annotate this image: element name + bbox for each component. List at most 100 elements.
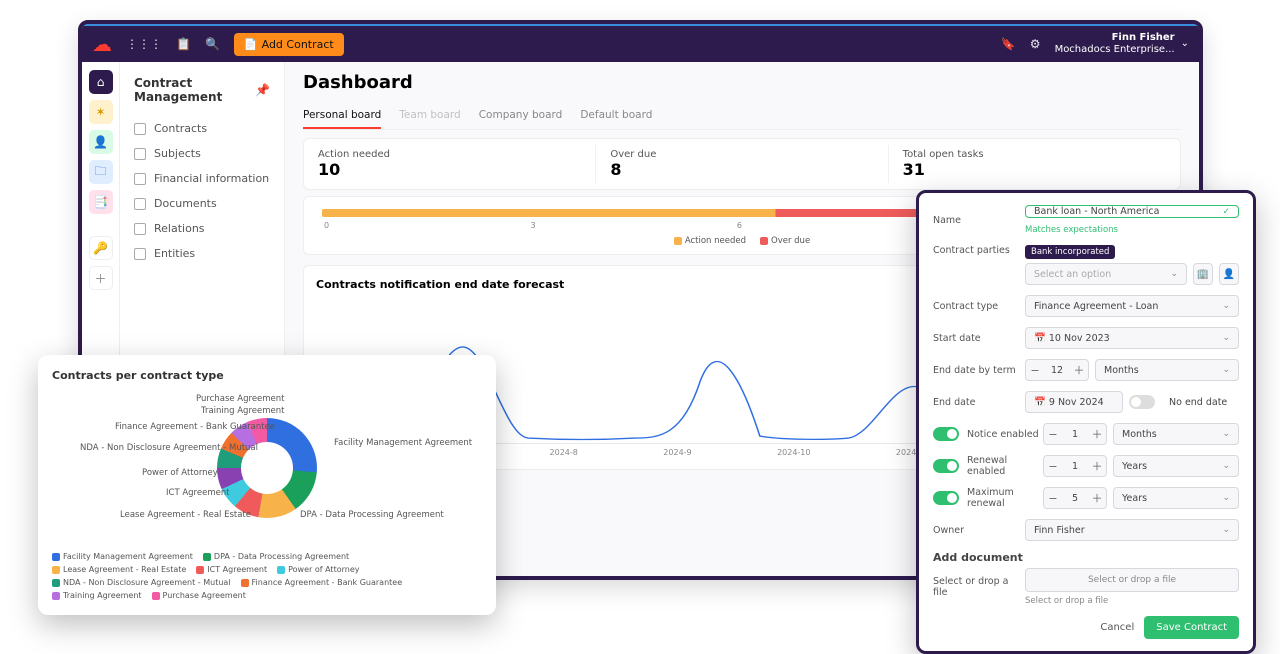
doc-icon bbox=[134, 198, 146, 210]
kpi-label: Total open tasks bbox=[903, 149, 1166, 160]
doc-icon bbox=[134, 123, 146, 135]
renewal-unit-select[interactable]: Years⌄ bbox=[1113, 455, 1239, 477]
board-tabs: Personal board Team board Company board … bbox=[303, 103, 1181, 130]
nav-item-entities[interactable]: Entities bbox=[128, 241, 276, 266]
user-org: Mochadocs Enterprise... bbox=[1055, 44, 1175, 56]
legend-item: NDA - Non Disclosure Agreement - Mutual bbox=[52, 578, 231, 587]
start-date-input[interactable]: 📅 10 Nov 2023⌄ bbox=[1025, 327, 1239, 349]
tab-team[interactable]: Team board bbox=[399, 103, 460, 129]
cancel-button[interactable]: Cancel bbox=[1100, 622, 1134, 633]
maxren-unit-select[interactable]: Years⌄ bbox=[1113, 487, 1239, 509]
building-icon[interactable]: 🏢 bbox=[1193, 263, 1213, 285]
rail-folder-icon[interactable]: 🗀 bbox=[89, 160, 113, 184]
rail-key-icon[interactable]: 🔑 bbox=[89, 236, 113, 260]
save-contract-button[interactable]: Save Contract bbox=[1144, 616, 1239, 639]
legend-item: Purchase Agreement bbox=[152, 591, 246, 600]
chevron-down-icon: ⌄ bbox=[1181, 38, 1189, 50]
add-contract-button[interactable]: 📄 Add Contract bbox=[234, 33, 344, 56]
app-logo-icon: ☁ bbox=[92, 32, 112, 56]
contract-type-select[interactable]: Finance Agreement - Loan⌄ bbox=[1025, 295, 1239, 317]
nav-item-documents[interactable]: Documents bbox=[128, 191, 276, 216]
chevron-down-icon: ⌄ bbox=[1222, 525, 1230, 535]
clipboard-icon[interactable]: 📋 bbox=[176, 37, 191, 51]
legend-item: DPA - Data Processing Agreement bbox=[203, 552, 349, 561]
page-title: Dashboard bbox=[303, 72, 1181, 93]
maxren-stepper[interactable]: −5＋ bbox=[1043, 487, 1107, 509]
kpi-value: 10 bbox=[318, 160, 581, 179]
doc-icon bbox=[134, 173, 146, 185]
chevron-down-icon: ⌄ bbox=[1222, 333, 1230, 343]
notice-unit-select[interactable]: Months⌄ bbox=[1113, 423, 1239, 445]
legend-item: Over due bbox=[760, 236, 810, 246]
no-end-date-toggle[interactable] bbox=[1129, 395, 1155, 409]
minus-button: − bbox=[1026, 364, 1044, 377]
topbar: ☁ ⋮⋮⋮ 📋 🔍 📄 Add Contract 🔖 ⚙ Finn Fisher… bbox=[82, 24, 1199, 62]
calendar-icon: 📅 bbox=[1034, 397, 1046, 408]
legend-item: Finance Agreement - Bank Guarantee bbox=[241, 578, 403, 587]
rail-export-icon[interactable]: 📑 bbox=[89, 190, 113, 214]
user-name: Finn Fisher bbox=[1112, 32, 1175, 44]
dropzone-hint: Select or drop a file bbox=[1025, 596, 1239, 606]
rail-tools-icon[interactable]: ✶ bbox=[89, 100, 113, 124]
party-select[interactable]: Select an option⌄ bbox=[1025, 263, 1187, 285]
legend-item: Power of Attorney bbox=[277, 565, 359, 574]
nav-item-relations[interactable]: Relations bbox=[128, 216, 276, 241]
term-stepper[interactable]: −12＋ bbox=[1025, 359, 1089, 381]
tab-personal[interactable]: Personal board bbox=[303, 103, 381, 129]
donut-chart bbox=[217, 418, 317, 518]
chevron-down-icon: ⌄ bbox=[1222, 301, 1230, 311]
donut-legend: Facility Management Agreement DPA - Data … bbox=[52, 552, 482, 600]
search-icon[interactable]: 🔍 bbox=[205, 37, 220, 51]
doc-icon bbox=[134, 148, 146, 160]
doc-icon bbox=[134, 223, 146, 235]
kpi-label: Action needed bbox=[318, 149, 581, 160]
kpi-value: 8 bbox=[610, 160, 873, 179]
maxren-toggle[interactable] bbox=[933, 491, 959, 505]
notice-toggle[interactable] bbox=[933, 427, 959, 441]
kpi-row: Action needed10 Over due8 Total open tas… bbox=[303, 138, 1181, 190]
add-document-heading: Add document bbox=[933, 551, 1239, 564]
term-unit-select[interactable]: Months⌄ bbox=[1095, 359, 1239, 381]
tab-company[interactable]: Company board bbox=[479, 103, 563, 129]
tab-default[interactable]: Default board bbox=[580, 103, 652, 129]
rail-home-icon[interactable]: ⌂ bbox=[89, 70, 113, 94]
rail-add-icon[interactable]: ＋ bbox=[89, 266, 113, 290]
end-date-input[interactable]: 📅 9 Nov 2024 bbox=[1025, 391, 1123, 413]
legend-item: Facility Management Agreement bbox=[52, 552, 193, 561]
nav-title: Contract Management bbox=[134, 76, 255, 104]
donut-popup: Contracts per contract type Purchase Agr… bbox=[38, 355, 496, 615]
chevron-down-icon: ⌄ bbox=[1170, 269, 1178, 279]
user-menu[interactable]: Finn Fisher Mochadocs Enterprise... ⌄ bbox=[1055, 32, 1189, 56]
nav-item-subjects[interactable]: Subjects bbox=[128, 141, 276, 166]
party-pill[interactable]: Bank incorporated bbox=[1025, 245, 1115, 259]
pin-icon[interactable]: 📌 bbox=[255, 83, 270, 97]
add-contract-label: Add Contract bbox=[262, 38, 334, 51]
notice-stepper[interactable]: −1＋ bbox=[1043, 423, 1107, 445]
name-hint: Matches expectations bbox=[1025, 225, 1239, 235]
file-dropzone[interactable]: Select or drop a file bbox=[1025, 568, 1239, 592]
nav-item-financial[interactable]: Financial information bbox=[128, 166, 276, 191]
contract-form-popup: Name Bank loan - North America✓ Matches … bbox=[916, 190, 1256, 654]
apps-icon[interactable]: ⋮⋮⋮ bbox=[126, 37, 162, 51]
nav-item-contracts[interactable]: Contracts bbox=[128, 116, 276, 141]
calendar-icon: 📅 bbox=[1034, 333, 1046, 344]
kpi-label: Over due bbox=[610, 149, 873, 160]
plus-file-icon: 📄 bbox=[244, 38, 258, 51]
renewal-toggle[interactable] bbox=[933, 459, 959, 473]
legend-item: Lease Agreement - Real Estate bbox=[52, 565, 186, 574]
owner-select[interactable]: Finn Fisher⌄ bbox=[1025, 519, 1239, 541]
legend-item: ICT Agreement bbox=[196, 565, 267, 574]
rail-people-icon[interactable]: 👤 bbox=[89, 130, 113, 154]
legend-item: Action needed bbox=[674, 236, 746, 246]
name-input[interactable]: Bank loan - North America✓ bbox=[1025, 205, 1239, 218]
donut-title: Contracts per contract type bbox=[52, 369, 482, 382]
doc-icon bbox=[134, 248, 146, 260]
plus-button: ＋ bbox=[1070, 362, 1088, 378]
person-icon[interactable]: 👤 bbox=[1219, 263, 1239, 285]
legend-item: Training Agreement bbox=[52, 591, 142, 600]
check-icon: ✓ bbox=[1222, 207, 1230, 217]
bookmark-icon[interactable]: 🔖 bbox=[1001, 37, 1016, 51]
renewal-stepper[interactable]: −1＋ bbox=[1043, 455, 1107, 477]
gear-icon[interactable]: ⚙ bbox=[1030, 37, 1041, 51]
kpi-value: 31 bbox=[903, 160, 1166, 179]
